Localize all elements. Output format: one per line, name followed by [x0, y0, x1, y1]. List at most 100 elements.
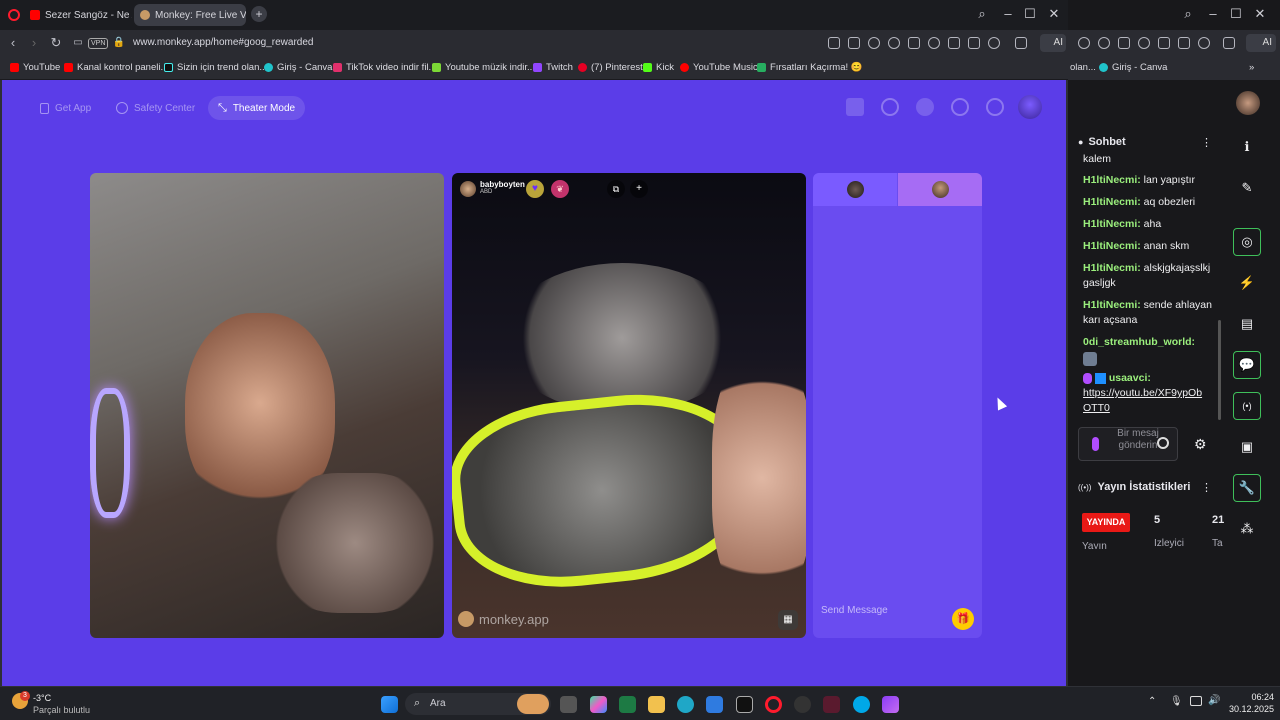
gift-badge-icon[interactable]: ❦	[551, 180, 569, 198]
chat-username[interactable]: H1ltiNecmi:	[1083, 240, 1141, 252]
obs-icon[interactable]	[794, 696, 811, 713]
copy-icon[interactable]: ⧉	[607, 180, 625, 198]
opera-logo-icon[interactable]	[8, 9, 20, 21]
menu-icon[interactable]	[968, 37, 980, 49]
new-tab-button[interactable]: +	[251, 6, 267, 22]
minimize-button[interactable]: –	[1205, 6, 1221, 22]
bookmark-olan[interactable]: olan...	[1070, 62, 1096, 73]
chat-tab-self[interactable]	[813, 173, 897, 206]
excel-icon[interactable]	[619, 696, 636, 713]
play-icon[interactable]	[908, 37, 920, 49]
edge-icon[interactable]	[677, 696, 694, 713]
chat-username[interactable]: H1ltiNecmi:	[1083, 196, 1141, 208]
video-icon[interactable]: ▣	[1233, 433, 1261, 461]
lightning-icon[interactable]: ⚡	[1233, 269, 1261, 297]
ai-button[interactable]: AI	[1040, 34, 1066, 52]
search-tabs-icon[interactable]: ⌕	[974, 6, 990, 22]
chat-username[interactable]: H1ltiNecmi:	[1083, 299, 1141, 311]
stats-more-icon[interactable]: ⋮	[1201, 481, 1212, 494]
profile-icon[interactable]	[1198, 37, 1210, 49]
camera-icon[interactable]	[848, 37, 860, 49]
opera-icon[interactable]	[765, 696, 782, 713]
remote-user-avatar[interactable]	[460, 181, 476, 197]
bookmark-kanal[interactable]: Kanal kontrol paneli...	[64, 62, 168, 73]
chat-scrollbar[interactable]	[1218, 320, 1221, 420]
vegas-icon[interactable]	[823, 696, 840, 713]
bookmark-youtube-music[interactable]: YouTube Music	[680, 62, 758, 73]
bookmark-canva[interactable]: Giriş - Canva	[1099, 62, 1167, 73]
like-heart-icon[interactable]: ♥	[526, 180, 544, 198]
emoji-icon[interactable]	[1157, 437, 1169, 449]
chat-settings-icon[interactable]: ⚙	[1194, 436, 1207, 453]
clock[interactable]: 06:24 30.12.2025	[1228, 691, 1274, 715]
pencil-icon[interactable]: ✎	[1233, 174, 1261, 202]
clipchamp-icon[interactable]	[882, 696, 899, 713]
file-explorer-icon[interactable]	[648, 696, 665, 713]
bookmark-kick[interactable]: Kick	[643, 62, 674, 73]
bookmark-youtube-music-download[interactable]: Youtube müzik indir...	[432, 62, 535, 73]
skype-icon[interactable]	[853, 696, 870, 713]
copilot-icon[interactable]	[590, 696, 607, 713]
chat-username[interactable]: H1ltiNecmi:	[1083, 174, 1141, 186]
more-bookmarks-icon[interactable]: »	[1249, 62, 1254, 73]
bookmark-tiktok-download[interactable]: TikTok video indir fil...	[333, 62, 436, 73]
minimize-button[interactable]: –	[1000, 6, 1016, 22]
store-icon[interactable]	[706, 696, 723, 713]
messages-icon[interactable]	[986, 98, 1004, 116]
add-friend-icon[interactable]: +	[630, 180, 648, 198]
bookmark-canva[interactable]: Giriş - Canva	[264, 62, 332, 73]
maximize-button[interactable]: ☐	[1228, 6, 1244, 22]
download-icon[interactable]	[1158, 37, 1170, 49]
volume-icon[interactable]: 🔊	[1208, 695, 1220, 706]
chat-input-box[interactable]: Bir mesaj gönderin	[1078, 427, 1178, 461]
wrench-icon[interactable]: 🔧	[1233, 474, 1261, 502]
taskbar-search[interactable]: ⌕ Ara	[405, 693, 551, 715]
profile-icon[interactable]	[988, 37, 1000, 49]
gift-button[interactable]: 🎁	[952, 608, 974, 630]
report-icon[interactable]: ▦	[778, 610, 798, 630]
heart-icon[interactable]	[928, 37, 940, 49]
chat-username[interactable]: 0di_streamhub_world:	[1083, 336, 1195, 348]
tray-chevron-icon[interactable]: ⌃	[1148, 696, 1156, 707]
get-app-button[interactable]: Get App	[30, 96, 101, 120]
avatar[interactable]	[1018, 95, 1042, 119]
coins-icon[interactable]	[916, 98, 934, 116]
chat-link[interactable]: https://youtu.be/XF9ypObOTT0	[1083, 386, 1205, 416]
bookmark-pinterest[interactable]: (7) Pinterest	[578, 62, 643, 73]
vpn-badge[interactable]: VPN	[88, 38, 109, 49]
user-avatar[interactable]	[1236, 91, 1260, 115]
maximize-button[interactable]: ☐	[1022, 6, 1038, 22]
snapshot-icon[interactable]: ▭	[70, 35, 86, 51]
theater-mode-button[interactable]: ⤡ Theater Mode	[208, 96, 306, 120]
adblock-icon[interactable]	[1098, 37, 1110, 49]
capcut-icon[interactable]	[736, 696, 753, 713]
shield-icon[interactable]	[1078, 37, 1090, 49]
chat-username[interactable]: H1ltiNecmi:	[1083, 218, 1141, 230]
bookmark-youtube[interactable]: YouTube	[10, 62, 60, 73]
chat-more-icon[interactable]: ⋮	[1201, 136, 1212, 149]
heart-icon[interactable]	[1138, 37, 1150, 49]
chat-tab-remote[interactable]	[898, 173, 982, 206]
send-message-input[interactable]: Send Message	[821, 605, 888, 616]
task-view-icon[interactable]	[560, 696, 577, 713]
bookmark-tiktok[interactable]: Sizin için trend olan...	[164, 62, 267, 73]
mic-tray-icon[interactable]: 🎙	[1170, 696, 1183, 707]
tab-youtube[interactable]: Sezer Sangöz - Ne Ay Ge...	[24, 4, 132, 26]
back-button[interactable]: ‹	[5, 35, 21, 51]
edit-icon[interactable]	[828, 37, 840, 49]
extensions-icon[interactable]	[1015, 37, 1027, 49]
search-icon[interactable]	[881, 98, 899, 116]
bookmark-twitch[interactable]: Twitch	[533, 62, 573, 73]
reload-button[interactable]: ↻	[48, 35, 64, 51]
lock-icon[interactable]: 🔒	[111, 35, 127, 51]
bookmark-firsatlar[interactable]: Fırsatları Kaçırma! 😊	[757, 62, 863, 73]
network-icon[interactable]	[1190, 696, 1202, 706]
info-icon[interactable]: ℹ	[1233, 133, 1261, 161]
capture-icon[interactable]: ◎	[1233, 228, 1261, 256]
community-icon[interactable]: ⁂	[1233, 515, 1261, 543]
chat-username[interactable]: H1ltiNecmi:	[1083, 262, 1141, 274]
download-icon[interactable]	[948, 37, 960, 49]
extensions-icon[interactable]	[1223, 37, 1235, 49]
broadcast-icon[interactable]: (•)	[1233, 392, 1261, 420]
close-window-button[interactable]: ✕	[1046, 6, 1062, 22]
